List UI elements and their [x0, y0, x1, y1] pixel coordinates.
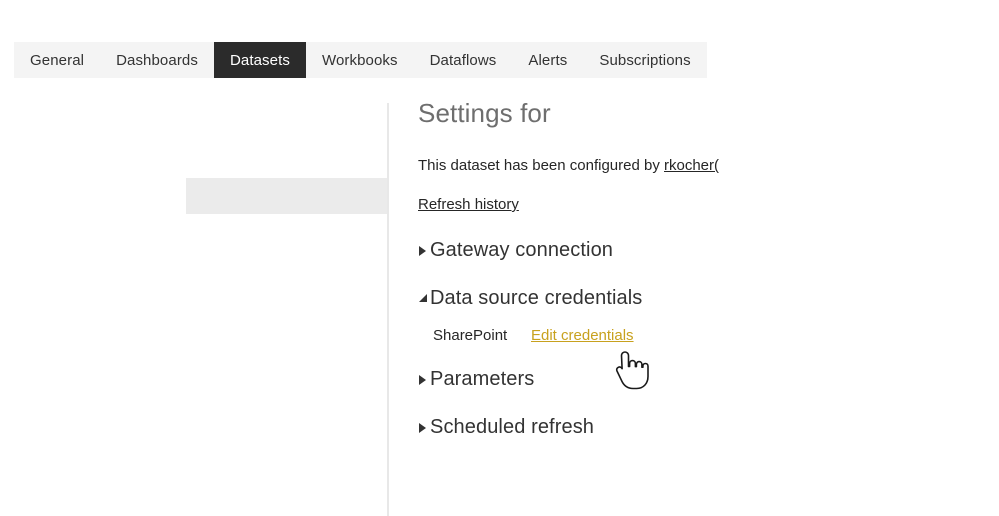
dataset-list-selected-row[interactable] [186, 178, 387, 214]
section-gateway-connection-header[interactable]: Gateway connection [418, 237, 993, 263]
tab-dataflows[interactable]: Dataflows [413, 42, 513, 78]
section-gateway-connection-label: Gateway connection [430, 239, 614, 261]
section-scheduled-refresh-label: Scheduled refresh [430, 416, 595, 438]
section-gateway-connection: Gateway connection [418, 237, 993, 263]
tab-dashboards[interactable]: Dashboards [100, 42, 214, 78]
section-data-source-credentials-header[interactable]: Data source credentials [418, 285, 993, 311]
section-scheduled-refresh: Scheduled refresh [418, 414, 993, 440]
tab-subscriptions[interactable]: Subscriptions [583, 42, 707, 78]
configured-by-user-link[interactable]: rkocher( [664, 157, 719, 174]
tab-alerts[interactable]: Alerts [512, 42, 584, 78]
tab-datasets[interactable]: Datasets [213, 42, 306, 78]
configured-by-text: This dataset has been configured by rkoc… [418, 156, 993, 176]
section-parameters-label: Parameters [430, 368, 535, 390]
dataset-settings-pane: Settings for This dataset has been confi… [418, 96, 993, 516]
triangle-right-icon [418, 374, 428, 386]
section-data-source-credentials: Data source credentials SharePoint Edit … [418, 285, 993, 344]
section-scheduled-refresh-header[interactable]: Scheduled refresh [418, 414, 993, 440]
settings-tab-bar: General Dashboards Datasets Workbooks Da… [14, 42, 707, 78]
data-source-credentials-body: SharePoint Edit credentials [433, 327, 993, 344]
triangle-down-icon [418, 293, 428, 305]
triangle-right-icon [418, 245, 428, 257]
pane-divider [387, 103, 389, 516]
tab-workbooks[interactable]: Workbooks [305, 42, 414, 78]
section-parameters: Parameters [418, 366, 993, 392]
section-parameters-header[interactable]: Parameters [418, 366, 993, 392]
configured-by-prefix: This dataset has been configured by [418, 157, 664, 174]
edit-credentials-link[interactable]: Edit credentials [531, 327, 634, 344]
tab-general[interactable]: General [14, 42, 101, 78]
datasource-name-label: SharePoint [433, 327, 508, 344]
refresh-history-link[interactable]: Refresh history [418, 195, 519, 215]
page-title: Settings for [418, 98, 551, 128]
section-data-source-credentials-label: Data source credentials [430, 287, 643, 309]
triangle-right-icon [418, 422, 428, 434]
dataset-list-pane [0, 90, 387, 516]
